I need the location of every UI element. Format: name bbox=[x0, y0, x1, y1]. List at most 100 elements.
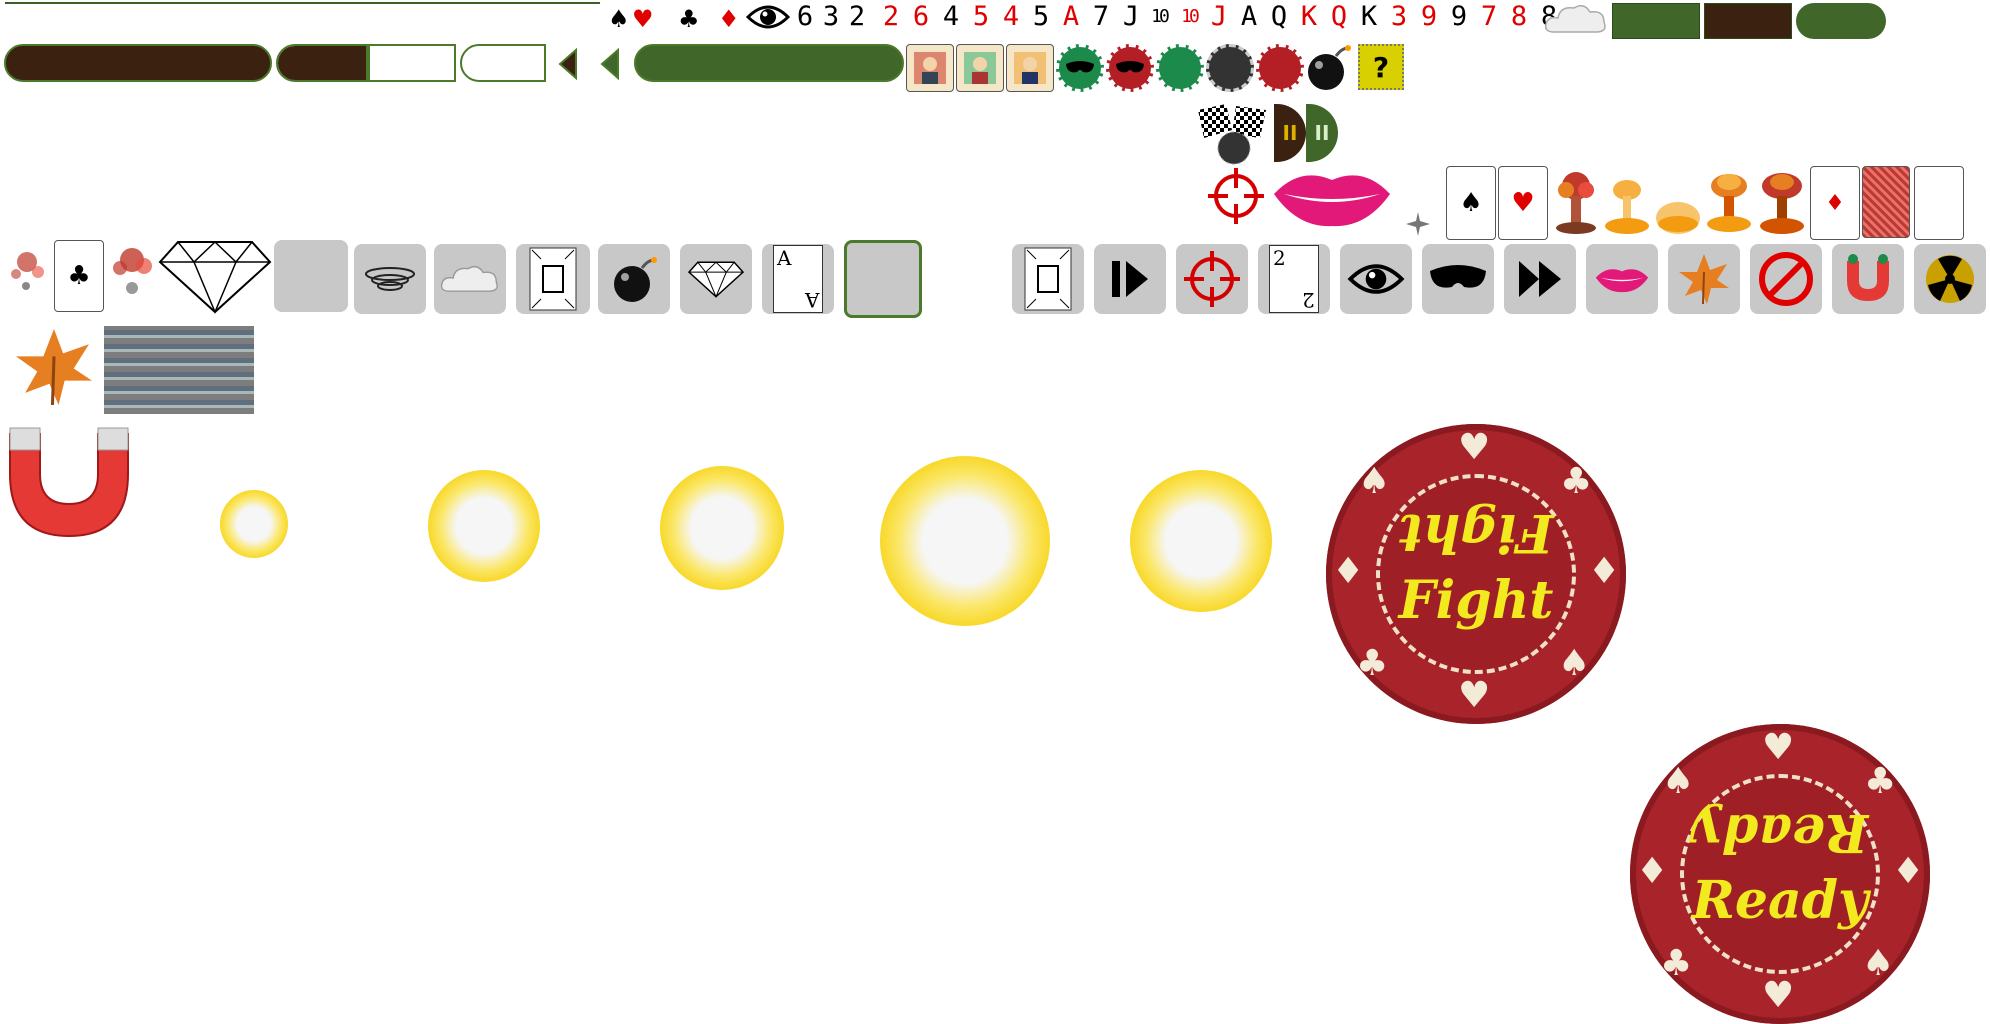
magnet-icon bbox=[1847, 254, 1889, 301]
green-chip bbox=[1156, 44, 1204, 92]
leaf-icon bbox=[1679, 254, 1729, 305]
bomb-icon bbox=[1308, 45, 1351, 90]
tile-shrink[interactable] bbox=[516, 244, 590, 314]
rank-glyph: 5 bbox=[1032, 1, 1050, 32]
club-glyph: ♣ bbox=[678, 2, 702, 33]
progress-empty bbox=[370, 46, 454, 80]
radioactive-icon bbox=[1926, 255, 1974, 303]
explosion-frame-3 bbox=[660, 466, 784, 590]
tile-fast-forward[interactable] bbox=[1504, 244, 1576, 314]
eye-icon bbox=[1347, 264, 1405, 294]
tile-eye[interactable] bbox=[1340, 244, 1412, 314]
green-progress-bar bbox=[634, 44, 904, 82]
checkered-flag-icon bbox=[1198, 104, 1266, 165]
cloud-icon bbox=[1544, 5, 1606, 33]
tile-play-pause[interactable] bbox=[1094, 244, 1166, 314]
explosion-icon bbox=[1605, 180, 1649, 234]
tile-no-entry[interactable] bbox=[1750, 244, 1822, 314]
rank-glyph: 7 bbox=[1092, 1, 1110, 32]
eye-icon bbox=[746, 5, 790, 29]
card-diamond: ♦ bbox=[1810, 166, 1860, 240]
tile-magnet[interactable] bbox=[1832, 244, 1904, 314]
tile-lips[interactable] bbox=[1586, 244, 1658, 314]
face-card-king bbox=[956, 44, 1004, 92]
arrow-left-green-icon bbox=[600, 47, 619, 81]
progress-fill bbox=[278, 46, 366, 80]
tile-two-card[interactable]: 2 2 bbox=[1258, 244, 1330, 314]
tile-ace-card[interactable]: A A bbox=[762, 244, 834, 314]
chip-stack-sprite bbox=[104, 326, 254, 414]
fight-chip[interactable]: ♥ ♣ ♦ ♠ ♥ ♣ ♦ ♠ Fight Fight bbox=[1326, 424, 1626, 724]
heart-glyph: ♥ bbox=[632, 2, 656, 33]
question-mark: ? bbox=[1372, 50, 1390, 84]
spade-pip: ♠ bbox=[1662, 761, 1695, 802]
tile-radioactive[interactable] bbox=[1914, 244, 1986, 314]
tile-crosshair[interactable] bbox=[1176, 244, 1248, 314]
card-spade: ♠ bbox=[1446, 166, 1496, 240]
spade-pip: ♠ bbox=[1358, 461, 1391, 502]
card-letter-top: A bbox=[777, 246, 792, 270]
tile-bomb[interactable] bbox=[598, 244, 670, 314]
rank-glyph: 2 bbox=[882, 1, 900, 32]
diamond-suit-icon: ♦ bbox=[1825, 190, 1845, 216]
spade-pip: ♠ bbox=[1862, 943, 1895, 984]
bomb-icon bbox=[614, 257, 657, 302]
spade-pip: ♠ bbox=[1558, 643, 1591, 684]
card-letter-bottom: A bbox=[804, 288, 819, 312]
rank-glyph: 3 bbox=[1390, 1, 1408, 32]
mask-icon bbox=[1066, 61, 1094, 73]
tile-leaf[interactable] bbox=[1668, 244, 1740, 314]
card-blank bbox=[1914, 166, 1964, 240]
rank-glyph: Q bbox=[1330, 1, 1348, 32]
red-chip bbox=[1256, 44, 1304, 92]
rank-glyph: 9 bbox=[1450, 1, 1468, 32]
pause-button-dark[interactable]: II bbox=[1274, 104, 1306, 162]
heart-pip: ♥ bbox=[1458, 427, 1491, 468]
explosion-frame-2 bbox=[428, 470, 540, 582]
fight-word-flipped: Fight bbox=[1398, 502, 1554, 563]
rank-glyph: 8 bbox=[1510, 1, 1528, 32]
tile-cloud[interactable] bbox=[434, 244, 506, 314]
rank-glyph: K bbox=[1360, 1, 1378, 32]
heart-pip: ♥ bbox=[1458, 675, 1491, 716]
rank-glyph: 3 bbox=[822, 1, 840, 32]
explosion-frame-1 bbox=[220, 490, 288, 558]
ready-chip[interactable]: ♥ ♣ ♦ ♠ ♥ ♣ ♦ ♠ Ready Ready bbox=[1630, 724, 1930, 1024]
ready-word-flipped: Ready bbox=[1691, 802, 1869, 863]
club-pip: ♣ bbox=[1864, 761, 1897, 802]
empty-pill-bar bbox=[460, 44, 546, 82]
black-chip bbox=[1206, 44, 1254, 92]
lips-icon bbox=[1274, 175, 1390, 227]
tornado-icon bbox=[365, 267, 415, 291]
explosion-icon bbox=[1656, 202, 1700, 234]
tile-shrink-2[interactable] bbox=[1012, 244, 1084, 314]
top-divider-line bbox=[5, 2, 600, 4]
tile-empty[interactable] bbox=[274, 240, 348, 312]
tile-diamond[interactable] bbox=[680, 244, 752, 314]
dark-bar-block bbox=[1704, 3, 1792, 39]
card-number-top: 2 bbox=[1273, 246, 1286, 270]
tile-tornado[interactable] bbox=[354, 244, 426, 314]
spark-icon bbox=[1406, 212, 1430, 236]
rank-glyph: 6 bbox=[912, 1, 930, 32]
rank-glyph: 6 bbox=[796, 1, 814, 32]
mask-icon bbox=[1116, 61, 1144, 73]
club-icon: ♣ bbox=[67, 261, 91, 291]
mystery-box: ? bbox=[1358, 44, 1404, 90]
green-pill-bar bbox=[1796, 3, 1886, 39]
heart-icon: ♥ bbox=[1511, 188, 1535, 218]
explosion-icon bbox=[1707, 174, 1751, 232]
rank-glyph: 5 bbox=[972, 1, 990, 32]
diamond-icon bbox=[158, 240, 272, 314]
green-bar-block bbox=[1612, 3, 1700, 39]
lips-icon bbox=[1595, 269, 1649, 293]
blood-splatter-icon bbox=[11, 252, 44, 290]
tile-mask[interactable] bbox=[1422, 244, 1494, 314]
club-pip: ♣ bbox=[1356, 643, 1389, 684]
rank-glyph: 4 bbox=[942, 1, 960, 32]
club-icon: ♣ bbox=[678, 5, 700, 33]
club-pip: ♣ bbox=[1560, 461, 1593, 502]
rank-glyph: J bbox=[1122, 1, 1140, 32]
pause-button-green[interactable]: II bbox=[1306, 104, 1338, 162]
tile-selected[interactable] bbox=[844, 240, 922, 318]
